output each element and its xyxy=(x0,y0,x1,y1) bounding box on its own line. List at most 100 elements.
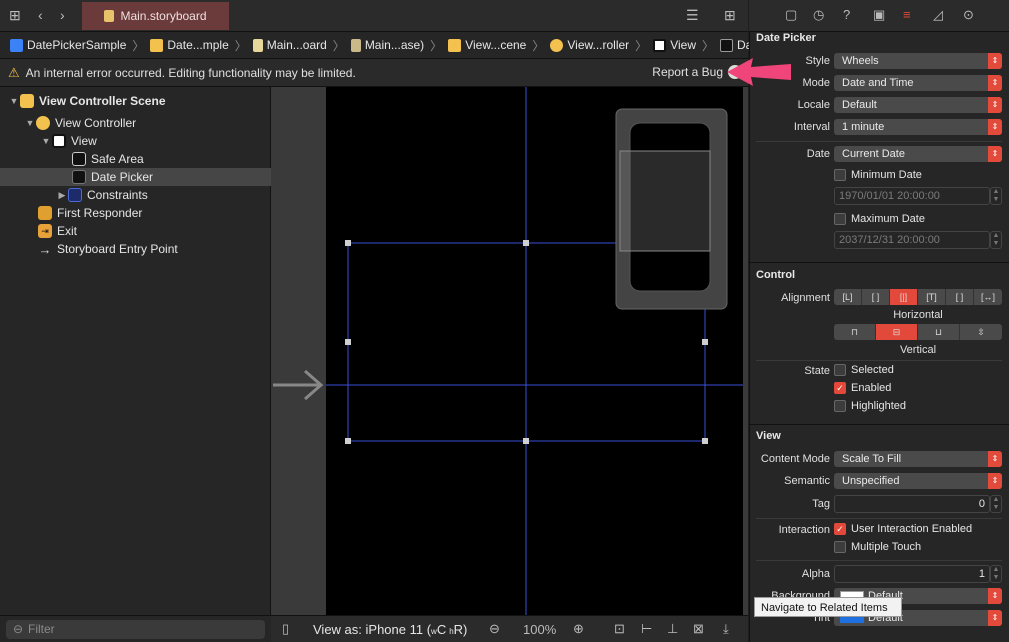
checkmark-icon: ✓ xyxy=(834,382,846,394)
history-inspector-icon[interactable]: ◷ xyxy=(813,7,824,23)
minimum-date-stepper[interactable]: ▲ ▼ xyxy=(990,187,1002,205)
alpha-field[interactable]: 1 xyxy=(834,565,990,583)
breadcrumb-item[interactable]: View...cene 〉 xyxy=(448,37,544,54)
valign-fill-icon[interactable]: ⇳ xyxy=(960,324,1002,340)
project-file-icon xyxy=(10,38,23,52)
attributes-inspector-icon[interactable]: ≡ xyxy=(903,7,911,22)
grid-icon[interactable]: ⊞ xyxy=(9,7,21,24)
outline-item-date-picker[interactable]: Date Picker xyxy=(0,168,271,186)
outline-item-exit[interactable]: ⇥ Exit xyxy=(0,222,271,240)
maximum-date-field[interactable]: 2037/12/31 20:00:00 xyxy=(834,231,990,249)
popup-chevron-icon: ⇕ xyxy=(988,473,1002,489)
update-frames-icon[interactable]: ⊡ xyxy=(614,621,625,637)
add-constraints-icon[interactable]: ⊥ xyxy=(667,621,678,637)
enabled-checkbox[interactable]: ✓ Enabled xyxy=(834,382,891,394)
breadcrumb-item[interactable]: View 〉 xyxy=(653,37,714,54)
identity-inspector-icon[interactable]: ▣ xyxy=(873,7,885,23)
selected-checkbox[interactable]: Selected xyxy=(834,364,894,376)
canvas-bottom-bar: ▯ View as: iPhone 11 (wC hR) ⊖ 100% ⊕ ⊡ ⊢… xyxy=(271,615,748,642)
interval-label: Interval xyxy=(793,121,830,133)
lines-icon[interactable]: ☰ xyxy=(686,7,699,24)
valign-top-icon[interactable]: ⊓ xyxy=(834,324,876,340)
locale-label: Locale xyxy=(797,99,830,111)
vertical-alignment-segmented[interactable]: ⊓ ⊟ ⊔ ⇳ xyxy=(834,324,1002,340)
checkmark-icon: ✓ xyxy=(834,523,846,535)
maximum-date-stepper[interactable]: ▲ ▼ xyxy=(990,231,1002,249)
disclosure-right-icon[interactable]: ▶ xyxy=(56,190,68,201)
breadcrumb-item[interactable]: View...roller 〉 xyxy=(550,37,647,54)
mode-popup[interactable]: Date and Time ⇕ xyxy=(834,75,1002,91)
breadcrumb-item[interactable]: Main...oard 〉 xyxy=(252,37,345,54)
sidebar-toggle-icon[interactable]: ▯ xyxy=(282,621,289,637)
date-popup[interactable]: Current Date ⇕ xyxy=(834,146,1002,162)
align-trailing-icon[interactable]: [↔] xyxy=(974,289,1002,305)
alpha-stepper[interactable]: ▲ ▼ xyxy=(990,565,1002,583)
safe-area-icon xyxy=(72,152,86,166)
add-editor-icon[interactable]: ⊞ xyxy=(724,7,736,24)
locale-popup[interactable]: Default ⇕ xyxy=(834,97,1002,113)
align-icon[interactable]: ⊢ xyxy=(641,621,652,637)
valign-center-icon[interactable]: ⊟ xyxy=(876,324,918,340)
highlighted-checkbox[interactable]: Highlighted xyxy=(834,400,906,412)
storyboard-canvas[interactable] xyxy=(271,87,748,615)
breadcrumb-item[interactable]: DatePickerSample 〉 xyxy=(10,37,144,54)
device-frame[interactable] xyxy=(326,87,743,615)
interval-popup[interactable]: 1 minute ⇕ xyxy=(834,119,1002,135)
tag-stepper[interactable]: ▲ ▼ xyxy=(990,495,1002,513)
outline-item-view[interactable]: ▼ View xyxy=(0,132,271,150)
view-as-device-button[interactable]: View as: iPhone 11 (wC hR) xyxy=(313,622,467,637)
device-preview-thumbnail[interactable] xyxy=(615,108,728,310)
align-left-icon[interactable]: [L] xyxy=(834,289,862,305)
content-mode-popup[interactable]: Scale To Fill ⇕ xyxy=(834,451,1002,467)
outline-item-scene[interactable]: ▼ View Controller Scene xyxy=(0,92,271,110)
outline-item-safe-area[interactable]: Safe Area xyxy=(0,150,271,168)
forward-chevron-icon[interactable]: › xyxy=(60,7,65,23)
semantic-popup[interactable]: Unspecified ⇕ xyxy=(834,473,1002,489)
zoom-out-icon[interactable]: ⊖ xyxy=(489,621,500,637)
breadcrumb: DatePickerSample 〉 Date...mple 〉 Main...oa… xyxy=(0,32,799,59)
disclosure-down-icon[interactable]: ▼ xyxy=(40,136,52,146)
align-fill-icon[interactable]: [|] xyxy=(890,289,918,305)
size-inspector-icon[interactable]: ◿ xyxy=(933,7,943,23)
storyboard-file-icon xyxy=(104,10,115,22)
disclosure-down-icon[interactable]: ▼ xyxy=(8,96,20,106)
tag-field[interactable]: 0 xyxy=(834,495,990,513)
embed-in-icon[interactable]: ⤓ xyxy=(723,621,729,637)
outline-item-entry-point[interactable]: → Storyboard Entry Point xyxy=(0,240,271,258)
align-right-icon[interactable]: [ ] xyxy=(946,289,974,305)
file-inspector-icon[interactable]: ▢ xyxy=(785,7,797,23)
multiple-touch-checkbox[interactable]: Multiple Touch xyxy=(834,541,921,553)
resolve-issues-icon[interactable]: ⊠ xyxy=(693,621,704,637)
outline-item-view-controller[interactable]: ▼ View Controller xyxy=(0,114,271,132)
breadcrumb-item[interactable]: Main...ase) 〉 xyxy=(350,37,442,54)
divider xyxy=(756,518,1002,519)
align-center-icon[interactable]: [ ] xyxy=(862,289,890,305)
outline-filter-bar: ⊖ Filter xyxy=(0,615,271,642)
disclosure-down-icon[interactable]: ▼ xyxy=(24,118,36,128)
connections-inspector-icon[interactable]: ⊙ xyxy=(963,7,974,23)
date-label: Date xyxy=(806,148,830,160)
align-leading-icon[interactable]: [T] xyxy=(918,289,946,305)
style-popup[interactable]: Wheels ⇕ xyxy=(834,53,1002,69)
annotation-arrow xyxy=(727,58,791,86)
outline-item-constraints[interactable]: ▶ Constraints xyxy=(0,186,271,204)
zoom-in-icon[interactable]: ⊕ xyxy=(573,621,584,637)
section-control: Control xyxy=(756,269,796,281)
scene-icon xyxy=(448,38,462,52)
minimum-date-checkbox[interactable]: Minimum Date xyxy=(834,169,922,181)
horizontal-alignment-segmented[interactable]: [L] [ ] [|] [T] [ ] [↔] xyxy=(834,289,1002,305)
user-interaction-checkbox[interactable]: ✓ User Interaction Enabled xyxy=(834,523,972,535)
zoom-level[interactable]: 100% xyxy=(523,622,556,637)
tab-main-storyboard[interactable]: Main.storyboard xyxy=(82,2,229,30)
back-chevron-icon[interactable]: ‹ xyxy=(38,7,43,23)
entry-point-arrow[interactable] xyxy=(273,369,324,401)
maximum-date-checkbox[interactable]: Maximum Date xyxy=(834,213,925,225)
minimum-date-field[interactable]: 1970/01/01 20:00:00 xyxy=(834,187,990,205)
filter-input[interactable]: ⊖ Filter xyxy=(6,620,265,639)
document-outline: ▼ View Controller Scene ▼ View Controlle… xyxy=(0,87,271,615)
popup-chevron-icon: ⇕ xyxy=(988,119,1002,135)
help-inspector-icon[interactable]: ? xyxy=(843,7,850,22)
outline-item-first-responder[interactable]: First Responder xyxy=(0,204,271,222)
valign-bottom-icon[interactable]: ⊔ xyxy=(918,324,960,340)
breadcrumb-item[interactable]: Date...mple 〉 xyxy=(150,37,247,54)
